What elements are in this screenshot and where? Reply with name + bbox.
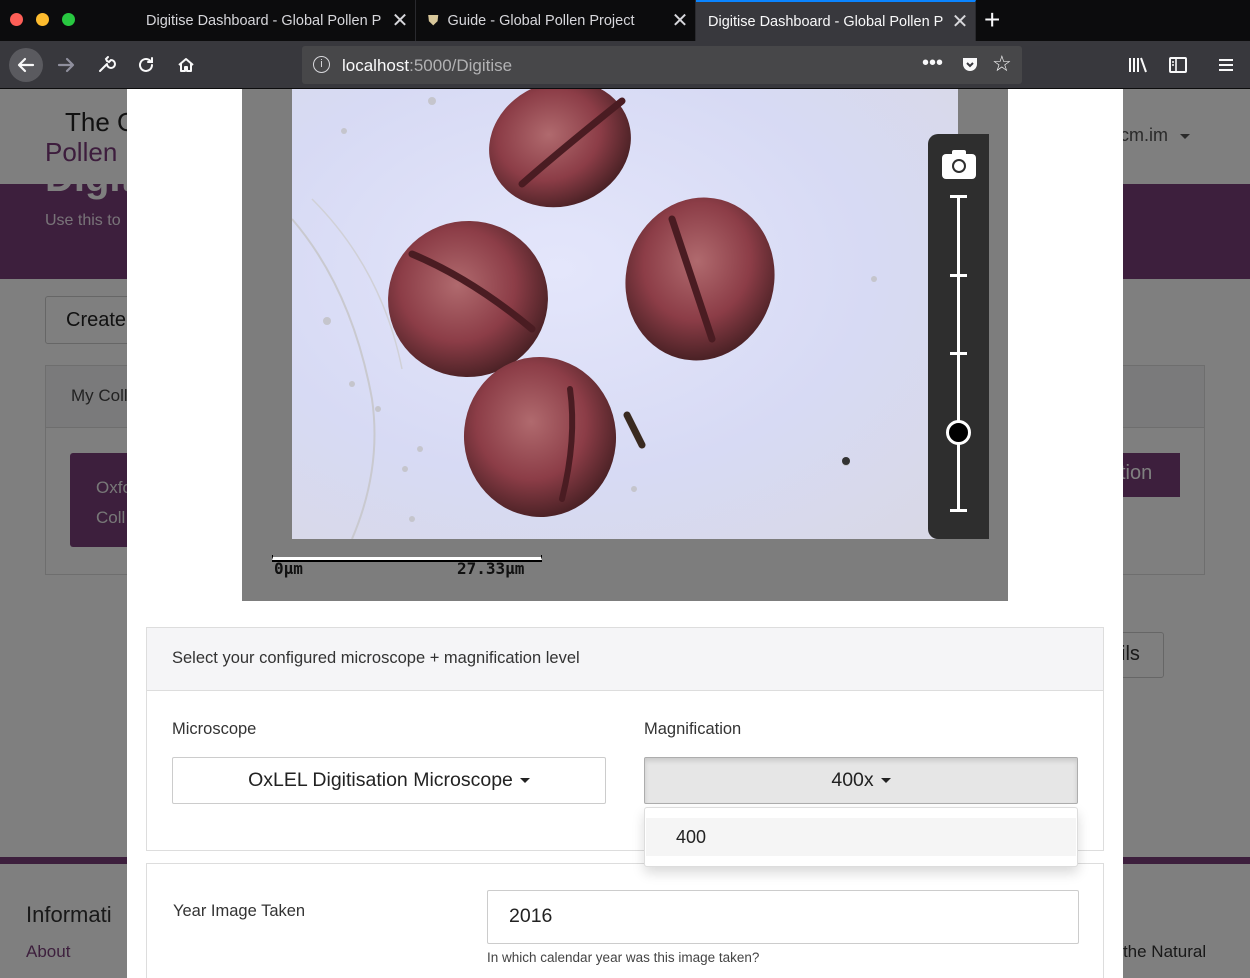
zoom-slider-tick	[950, 273, 967, 277]
magnification-select-value: 400x	[831, 769, 874, 791]
microscope-section-header: Select your configured microscope + magn…	[147, 628, 1103, 691]
camera-icon[interactable]	[941, 148, 977, 180]
address-bar[interactable]: i localhost:5000/Digitise ••• ☆	[302, 46, 1022, 84]
wrench-icon[interactable]	[89, 48, 123, 82]
pollen-micrograph	[292, 89, 958, 539]
sidebar-icon[interactable]	[1161, 48, 1195, 82]
tab-title: Guide - Global Pollen Project	[447, 12, 635, 29]
microscope-select-value: OxLEL Digitisation Microscope	[248, 769, 513, 791]
library-icon[interactable]	[1121, 48, 1155, 82]
maximize-window-button[interactable]	[62, 13, 75, 26]
shield-icon: ⛊	[428, 12, 439, 28]
tab-guide[interactable]: ⛊ Guide - Global Pollen Project ✕	[416, 0, 696, 41]
tab-digitise-dashboard-active[interactable]: Digitise Dashboard - Global Pollen P ✕	[696, 0, 976, 41]
scale-start-label: 0µm	[274, 559, 303, 578]
digitise-modal: 0µm 27.33µm Select your configured micro…	[127, 89, 1123, 978]
zoom-slider-tick	[950, 352, 967, 355]
magnification-label: Magnification	[644, 720, 742, 738]
zoom-slider-tick	[950, 509, 967, 512]
year-input[interactable]: 2016	[487, 890, 1079, 944]
year-label: Year Image Taken	[173, 902, 306, 920]
image-viewer: 0µm 27.33µm	[242, 89, 1008, 601]
tab-title: Digitise Dashboard - Global Pollen P	[146, 12, 382, 29]
info-icon[interactable]: i	[313, 56, 330, 73]
url-path: :5000/Digitise	[409, 56, 513, 75]
forward-arrow-icon[interactable]	[49, 48, 83, 82]
minimize-window-button[interactable]	[36, 13, 49, 26]
chevron-down-icon	[880, 778, 891, 783]
hamburger-menu-icon[interactable]	[1209, 48, 1243, 82]
tab-title: Digitise Dashboard - Global Pollen P	[708, 13, 944, 30]
zoom-control	[928, 134, 989, 539]
magnification-dropdown-menu: 400	[644, 807, 1078, 867]
close-tab-icon[interactable]: ✕	[385, 8, 415, 33]
microscope-select[interactable]: OxLEL Digitisation Microscope	[172, 757, 606, 804]
close-window-button[interactable]	[10, 13, 23, 26]
back-arrow-icon[interactable]	[9, 48, 43, 82]
magnification-option[interactable]: 400	[646, 818, 1076, 856]
reload-icon[interactable]	[129, 48, 163, 82]
chevron-down-icon	[519, 778, 530, 783]
magnification-select[interactable]: 400x	[644, 757, 1078, 804]
year-section: Year Image Taken 2016 In which calendar …	[146, 863, 1104, 978]
new-tab-icon[interactable]: +	[984, 4, 1000, 36]
more-dots-icon[interactable]: •••	[922, 52, 943, 75]
pocket-icon[interactable]	[960, 54, 980, 79]
url-text: localhost:5000/Digitise	[342, 56, 512, 76]
home-icon[interactable]	[169, 48, 203, 82]
zoom-slider-handle[interactable]	[946, 419, 971, 445]
url-host: localhost	[342, 56, 410, 75]
browser-toolbar: i localhost:5000/Digitise ••• ☆	[0, 41, 1250, 89]
browser-tab-bar: Digitise Dashboard - Global Pollen P ✕ ⛊…	[0, 0, 1250, 41]
close-tab-icon[interactable]: ✕	[945, 9, 975, 34]
close-tab-icon[interactable]: ✕	[665, 8, 695, 33]
year-help-text: In which calendar year was this image ta…	[487, 950, 760, 965]
scale-end-label: 27.33µm	[457, 559, 525, 578]
microscope-label: Microscope	[172, 720, 257, 738]
zoom-slider-tick	[950, 195, 967, 198]
bookmark-star-icon[interactable]: ☆	[992, 51, 1012, 77]
tab-digitise-dashboard-1[interactable]: Digitise Dashboard - Global Pollen P ✕	[134, 0, 416, 41]
